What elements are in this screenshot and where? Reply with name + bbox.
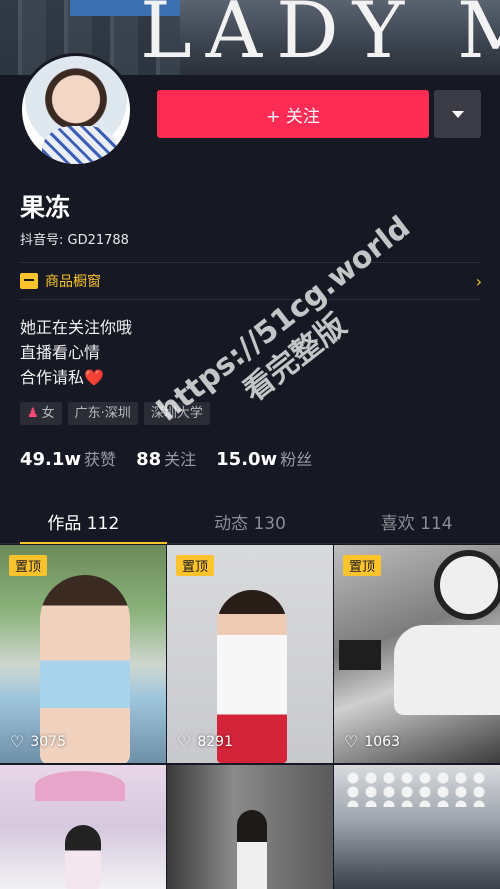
profile-tags: ♟ 女 广东·深圳 深圳大学 [20,402,210,425]
school-tag[interactable]: 深圳大学 [143,402,210,425]
chevron-right-icon: › [475,271,482,291]
heart-outline-icon: ♡ [177,732,192,751]
video-like-count: ♡ 8291 [177,732,233,751]
profile-stats: 49.1w 获赞 88 关注 15.0w 粉丝 [20,446,332,470]
heart-outline-icon: ♡ [10,732,25,751]
shop-window-row[interactable]: 商品橱窗 › [20,263,482,299]
video-thumbnail[interactable] [334,765,500,889]
heart-outline-icon: ♡ [344,732,359,751]
likes-count: 49.1w [20,449,82,470]
location-tag: 广东·深圳 [67,402,138,425]
female-icon: ♟ [27,406,39,421]
avatar[interactable] [19,53,133,167]
bio-line: 她正在关注你哦 [20,318,133,337]
bio-line: 直播看心情 [20,343,101,362]
video-thumbnail[interactable]: 置顶 ♡ 8291 [167,545,333,763]
video-thumbnail[interactable]: 置顶 ♡ 3075 [0,545,166,763]
video-thumbnail[interactable] [0,765,166,889]
gender-tag: ♟ 女 [20,402,62,425]
douyin-id: 抖音号: GD21788 [20,233,129,248]
video-thumbnail[interactable]: 置顶 ♡ 1063 [334,545,500,763]
fans-count[interactable]: 15.0w [216,449,277,470]
fans-label[interactable]: 粉丝 [280,446,312,470]
bio-line: 合作请私❤️ [20,368,104,387]
chevron-down-icon [451,110,464,118]
heart-emoji: ❤️ [84,368,104,387]
pinned-badge: 置顶 [9,555,48,576]
bio: 她正在关注你哦 直播看心情 合作请私❤️ [20,315,132,390]
following-count[interactable]: 88 [136,449,161,470]
video-like-count: ♡ 1063 [344,732,400,751]
tab-dynamics[interactable]: 动态 130 [167,500,334,543]
watermark-url: https://51cg.world [150,209,417,429]
tab-works[interactable]: 作品 112 [0,500,167,544]
video-grid: 置顶 ♡ 3075 置顶 ♡ 8291 置顶 ♡ 1063 [0,545,500,889]
pinned-badge: 置顶 [343,555,382,576]
following-label[interactable]: 关注 [164,446,196,470]
shop-icon [20,273,38,289]
tab-likes[interactable]: 喜欢 114 [333,500,500,543]
content-tabs: 作品 112 动态 130 喜欢 114 [0,500,500,544]
pinned-badge: 置顶 [176,555,215,576]
divider [20,299,480,300]
likes-label: 获赞 [84,450,117,469]
shop-window-label: 商品橱窗 [45,274,101,290]
cover-brand-text: LADY M [140,0,500,75]
video-thumbnail[interactable] [167,765,333,889]
more-options-button[interactable] [434,90,481,138]
nickname: 果冻 [20,193,71,222]
follow-button[interactable]: + 关注 [157,90,429,138]
video-like-count: ♡ 3075 [10,732,66,751]
